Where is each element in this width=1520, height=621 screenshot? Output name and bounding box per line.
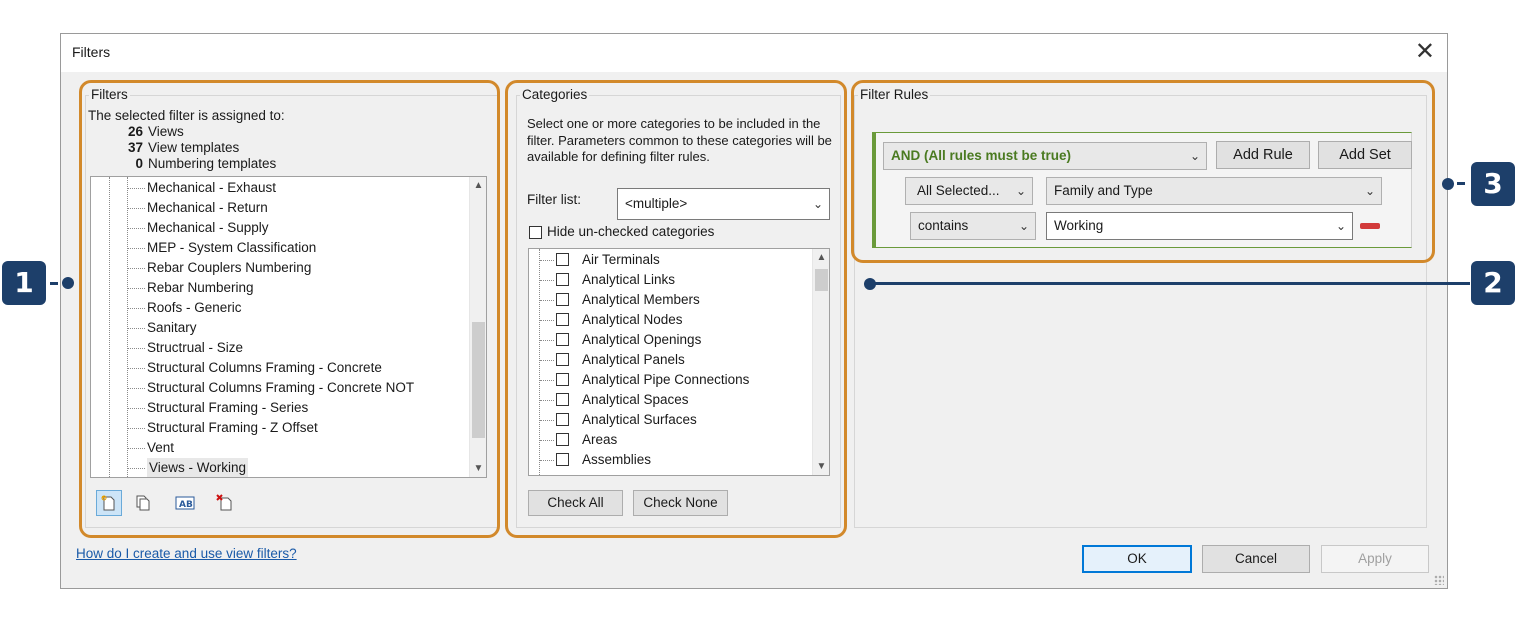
callout-1-dot <box>62 277 74 289</box>
help-link[interactable]: How do I create and use view filters? <box>76 546 297 561</box>
resize-grip-icon[interactable] <box>1434 575 1444 585</box>
callout-1-leader <box>50 282 58 285</box>
callout-3-leader <box>1457 182 1465 185</box>
callout-3: 3 <box>1471 162 1515 206</box>
close-button[interactable]: ✕ <box>1415 38 1435 66</box>
callout-2: 2 <box>1471 261 1515 305</box>
window-title: Filters <box>72 44 111 60</box>
highlight-categories <box>505 80 847 538</box>
highlight-filters <box>79 80 500 538</box>
cancel-button[interactable]: Cancel <box>1202 545 1310 573</box>
highlight-filter-rules <box>851 80 1435 263</box>
title-bar: Filters ✕ <box>61 34 1447 72</box>
ok-button[interactable]: OK <box>1082 545 1192 573</box>
apply-button: Apply <box>1321 545 1429 573</box>
callout-1: 1 <box>2 261 46 305</box>
callout-2-leader <box>872 282 1470 285</box>
callout-3-dot <box>1442 178 1454 190</box>
